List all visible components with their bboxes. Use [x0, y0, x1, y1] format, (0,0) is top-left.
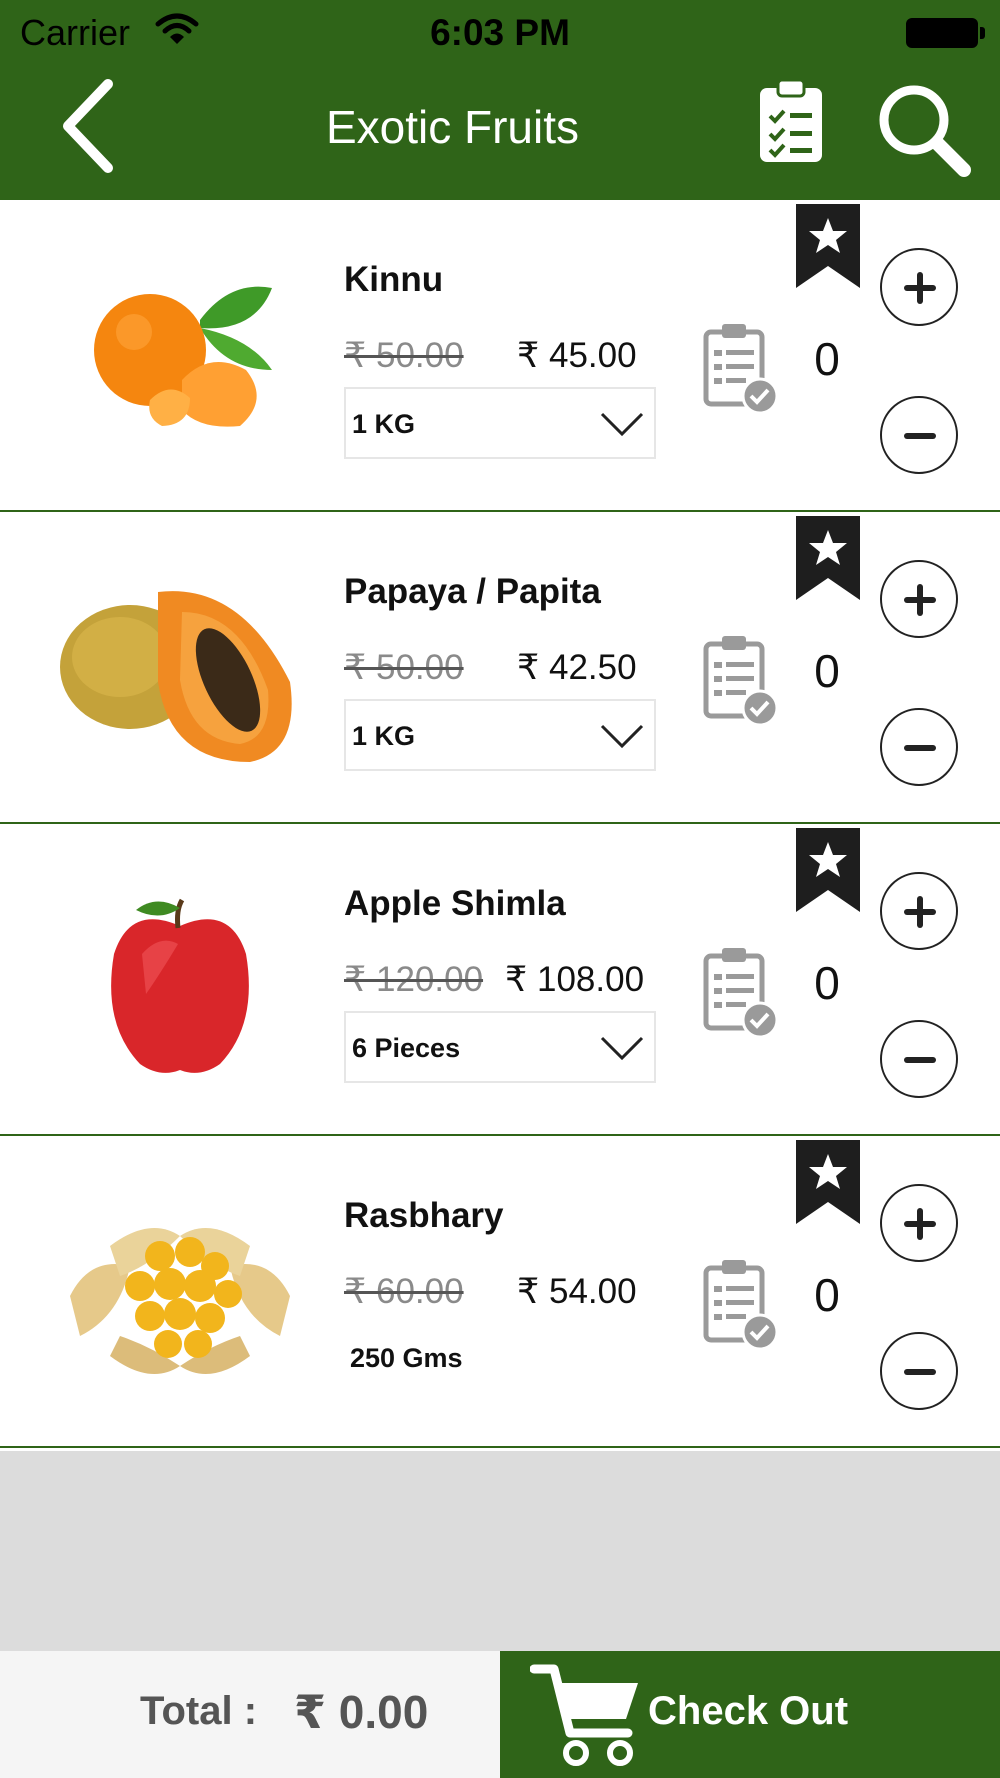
unit-value: 1 KG	[352, 721, 416, 751]
favorite-button[interactable]	[796, 828, 860, 912]
unit-value: 6 Pieces	[352, 1033, 461, 1063]
quantity-value: 0	[814, 957, 840, 1009]
product-name: Rasbhary	[344, 1196, 504, 1235]
footer-bar: Total : ₹ 0.00 Check Out	[0, 1651, 1000, 1778]
chevron-down-icon	[600, 1036, 644, 1061]
favorite-button[interactable]	[796, 204, 860, 288]
product-name: Apple Shimla	[344, 884, 566, 923]
status-time: 6:03 PM	[430, 12, 570, 53]
unit-value: 1 KG	[352, 409, 416, 439]
papaya-image	[60, 591, 292, 762]
total-area: Total : ₹ 0.00	[0, 1651, 500, 1778]
discounted-price: ₹ 54.00	[517, 1272, 637, 1311]
original-price: ₹ 60.00	[344, 1272, 464, 1311]
decrease-quantity-button[interactable]	[880, 708, 958, 786]
total-label: Total :	[140, 1689, 258, 1733]
unit-dropdown[interactable]: 1 KG	[344, 387, 656, 459]
product-row: Apple Shimla ₹ 120.00 ₹ 108.00 6 Pieces …	[0, 824, 1000, 1136]
original-price: ₹ 50.00	[344, 648, 464, 687]
status-bar: Carrier 6:03 PM	[0, 0, 1000, 68]
favorite-button[interactable]	[796, 1140, 860, 1224]
apple-image	[111, 898, 249, 1073]
increase-quantity-button[interactable]	[880, 872, 958, 950]
decrease-quantity-button[interactable]	[880, 1332, 958, 1410]
shopping-cart-icon	[530, 1664, 638, 1766]
discounted-price: ₹ 108.00	[505, 960, 645, 999]
unit-dropdown[interactable]: 6 Pieces	[344, 1011, 656, 1083]
increase-quantity-button[interactable]	[880, 560, 958, 638]
checkout-label: Check Out	[648, 1689, 849, 1733]
unit-dropdown[interactable]: 1 KG	[344, 699, 656, 771]
clipboard-checklist-icon	[760, 78, 822, 162]
product-row: Rasbhary ₹ 60.00 ₹ 54.00 250 Gms 0	[0, 1136, 1000, 1448]
checkout-button[interactable]: Check Out	[500, 1651, 1000, 1778]
quantity-value: 0	[814, 333, 840, 385]
empty-list-area	[0, 1451, 1000, 1651]
clipboard-check-icon[interactable]	[702, 1258, 780, 1350]
top-bar: Carrier 6:03 PM Exotic Fruits	[0, 0, 1000, 200]
quantity-value: 0	[814, 1269, 840, 1321]
product-name: Papaya / Papita	[344, 572, 601, 611]
chevron-down-icon	[600, 724, 644, 749]
unit-value: 250 Gms	[350, 1343, 463, 1373]
discounted-price: ₹ 45.00	[517, 336, 637, 375]
favorite-button[interactable]	[796, 516, 860, 600]
product-row: Kinnu ₹ 50.00 ₹ 45.00 1 KG 0	[0, 200, 1000, 512]
battery-tip	[980, 27, 985, 39]
rasbhary-image	[70, 1228, 290, 1374]
discounted-price: ₹ 42.50	[517, 648, 637, 687]
bookmark-star-icon	[796, 828, 860, 912]
product-row: Papaya / Papita ₹ 50.00 ₹ 42.50 1 KG 0	[0, 512, 1000, 824]
original-price: ₹ 120.00	[344, 960, 484, 999]
chevron-down-icon	[600, 412, 644, 437]
search-button[interactable]	[876, 82, 972, 178]
clipboard-check-icon[interactable]	[702, 322, 780, 414]
decrease-quantity-button[interactable]	[880, 396, 958, 474]
kinnu-image	[94, 286, 272, 427]
bookmark-star-icon	[796, 1140, 860, 1224]
orders-button[interactable]	[756, 78, 826, 164]
product-name: Kinnu	[344, 260, 444, 299]
increase-quantity-button[interactable]	[880, 1184, 958, 1262]
quantity-value: 0	[814, 645, 840, 697]
clipboard-check-icon[interactable]	[702, 946, 780, 1038]
magnifier-icon	[879, 85, 971, 177]
product-list: Kinnu ₹ 50.00 ₹ 45.00 1 KG 0 Papaya / Pa…	[0, 200, 1000, 1448]
battery-icon	[906, 18, 978, 48]
bookmark-star-icon	[796, 204, 860, 288]
total-value: ₹ 0.00	[294, 1686, 429, 1738]
bookmark-star-icon	[796, 516, 860, 600]
original-price: ₹ 50.00	[344, 336, 464, 375]
decrease-quantity-button[interactable]	[880, 1020, 958, 1098]
clipboard-check-icon[interactable]	[702, 634, 780, 726]
increase-quantity-button[interactable]	[880, 248, 958, 326]
